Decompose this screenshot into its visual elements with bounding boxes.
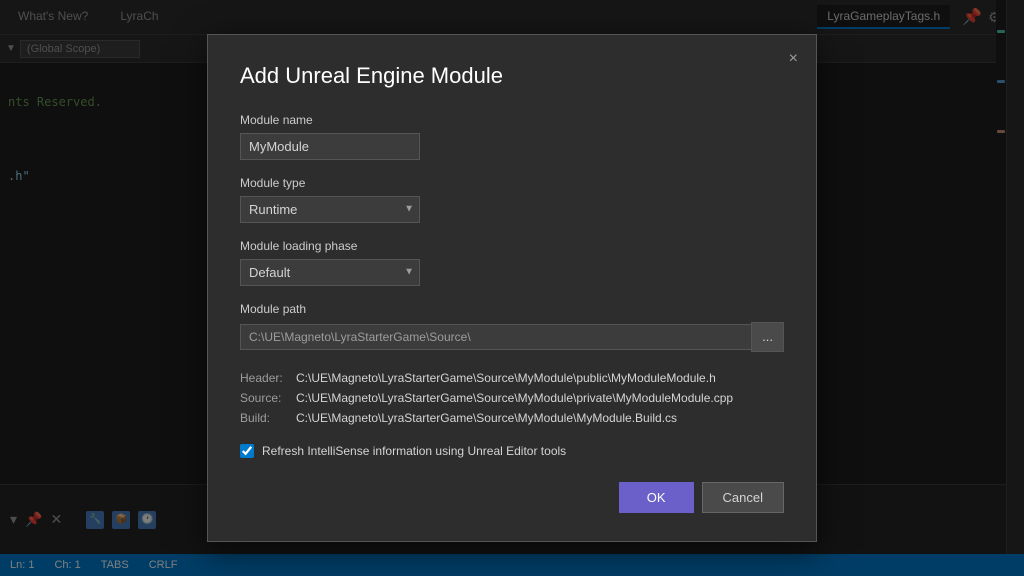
module-type-select[interactable]: Runtime Editor EditorNoCommandlet Develo… (240, 196, 420, 223)
file-info: Header: C:\UE\Magneto\LyraStarterGame\So… (240, 368, 784, 428)
module-type-label: Module type (240, 176, 784, 190)
module-name-group: Module name (240, 113, 784, 160)
close-button[interactable]: × (783, 47, 804, 71)
intellisense-label[interactable]: Refresh IntelliSense information using U… (262, 444, 566, 458)
module-path-input[interactable] (240, 324, 751, 350)
browse-button[interactable]: ... (751, 322, 784, 352)
intellisense-checkbox-row: Refresh IntelliSense information using U… (240, 444, 784, 458)
source-value: C:\UE\Magneto\LyraStarterGame\Source\MyM… (296, 388, 733, 408)
module-name-label: Module name (240, 113, 784, 127)
module-name-input[interactable] (240, 133, 420, 160)
header-row: Header: C:\UE\Magneto\LyraStarterGame\So… (240, 368, 784, 388)
modal-overlay: × Add Unreal Engine Module Module name M… (0, 0, 1024, 576)
source-row: Source: C:\UE\Magneto\LyraStarterGame\So… (240, 388, 784, 408)
cancel-button[interactable]: Cancel (702, 482, 784, 513)
build-value: C:\UE\Magneto\LyraStarterGame\Source\MyM… (296, 408, 677, 428)
intellisense-checkbox[interactable] (240, 444, 254, 458)
header-value: C:\UE\Magneto\LyraStarterGame\Source\MyM… (296, 368, 716, 388)
module-loading-phase-label: Module loading phase (240, 239, 784, 253)
add-module-dialog: × Add Unreal Engine Module Module name M… (207, 34, 817, 542)
module-path-row: ... (240, 322, 784, 352)
module-loading-phase-select[interactable]: Default PreDefault PostDefault PreEngine… (240, 259, 420, 286)
ok-button[interactable]: OK (619, 482, 694, 513)
module-loading-phase-group: Module loading phase Default PreDefault … (240, 239, 784, 286)
source-label: Source: (240, 388, 296, 408)
module-path-group: Module path ... (240, 302, 784, 352)
build-row: Build: C:\UE\Magneto\LyraStarterGame\Sou… (240, 408, 784, 428)
module-path-label: Module path (240, 302, 784, 316)
header-label: Header: (240, 368, 296, 388)
module-type-group: Module type Runtime Editor EditorNoComma… (240, 176, 784, 223)
dialog-actions: OK Cancel (240, 482, 784, 513)
build-label: Build: (240, 408, 296, 428)
module-type-wrapper: Runtime Editor EditorNoCommandlet Develo… (240, 196, 420, 223)
dialog-title: Add Unreal Engine Module (240, 63, 784, 89)
module-loading-phase-wrapper: Default PreDefault PostDefault PreEngine… (240, 259, 420, 286)
